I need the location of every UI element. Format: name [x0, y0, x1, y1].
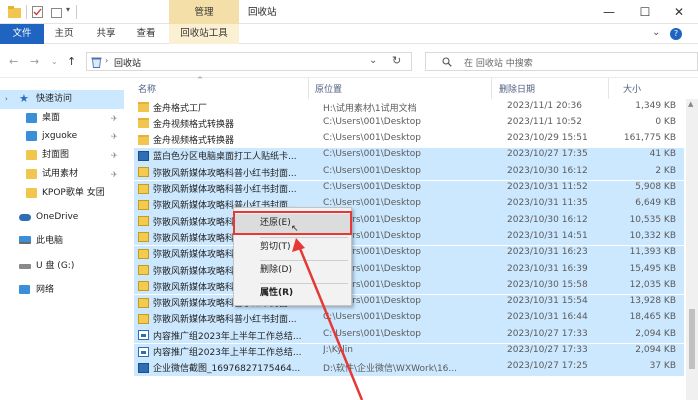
- arrow-head: [292, 238, 305, 252]
- arrow-line: [297, 245, 364, 400]
- red-arrow-annotation: [292, 238, 364, 400]
